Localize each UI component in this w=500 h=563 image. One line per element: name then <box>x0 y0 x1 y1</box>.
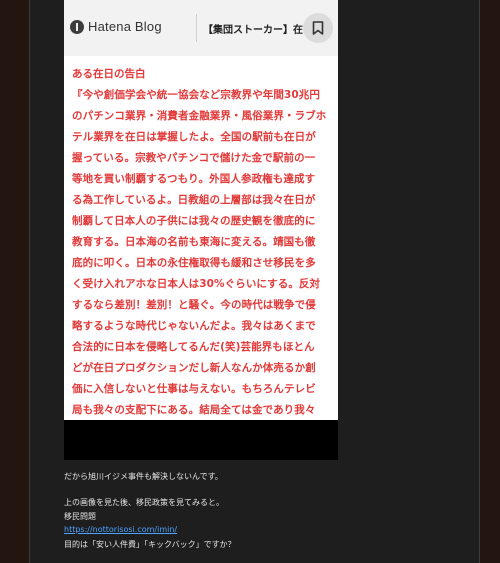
notice-line: る為工作しているよ。日教組の上層部は我々在日が <box>72 194 316 206</box>
notice-line: 合法的に日本を侵略してるんだ(笑)芸能界もほとん <box>72 341 315 353</box>
hatena-blog-logo: Hatena Blog <box>70 19 162 34</box>
article-text-line: だから旭川イジメ事件も解決しないんです。 <box>64 472 223 481</box>
notice-line: 『今や創価学会や統一協会など宗教界や年間30兆円 <box>72 89 321 101</box>
notice-line: テル業界を在日は掌握したよ。全国の駅前も在日が <box>72 131 316 143</box>
bookmark-icon <box>312 21 324 35</box>
notice-line: 等地を買い制覇するつもり。外国人参政権も達成す <box>72 173 316 185</box>
notice-line: く受け入れアホな日本人は30%ぐらいにする。反対 <box>72 278 321 290</box>
notice-line: するなら差別！差別！と騒ぐ。今の時代は戦争で侵 <box>72 299 316 311</box>
hatena-logo-icon <box>70 19 84 34</box>
notice-text-image: ある在日の告白 『今や創価学会や統一協会など宗教界や年間30兆円 のパチンコ業界… <box>64 56 338 420</box>
header-divider <box>196 14 197 42</box>
bookmark-button <box>303 13 333 43</box>
notice-line: 略するような時代じゃないんだよ。我々はあくまで <box>72 320 316 332</box>
notice-line: 底的に叩く。日本の永住権取得も緩和させ移民を多 <box>72 257 316 269</box>
notice-line: 局も我々の支配下にある。結局全ては金であり我々 <box>72 404 316 416</box>
immigration-link[interactable]: https://nottorisosi.com/imin/ <box>64 525 177 534</box>
article-text-line: 目的は「安い人件費」「キックバック」ですか？ <box>64 540 236 549</box>
notice-line: 制覇して日本人の子供には我々の歴史観を徹底的に <box>72 215 316 227</box>
embedded-screenshot-image: Hatena Blog 【集団ストーカー】在日コ... ある在日の告白 『今や創… <box>64 0 338 460</box>
notice-line: 握っている。宗教やパチンコで儲けた金で駅前の一 <box>72 152 316 164</box>
left-margin <box>0 0 29 563</box>
right-margin <box>480 0 500 563</box>
notice-line: どが在日プロダクションだし新人なんか体売るか創 <box>72 362 316 374</box>
logo-text: Hatena Blog <box>88 19 162 34</box>
notice-line: 教育する。日本海の名前も東海に変える。靖国も徹 <box>72 236 316 248</box>
article-text-line: 上の画像を見た後、移民政策を見てみると。 <box>64 498 224 507</box>
notice-title: ある在日の告白 <box>72 68 146 80</box>
hatena-blog-header: Hatena Blog 【集団ストーカー】在日コ... <box>64 0 338 56</box>
notice-line: のパチンコ業界・消費者金融業界・風俗業界・ラブホ <box>72 110 327 122</box>
article-content: Hatena Blog 【集団ストーカー】在日コ... ある在日の告白 『今や創… <box>29 0 480 563</box>
notice-line: 価に入信しないと仕事は与えない。もちろんテレビ <box>72 383 316 395</box>
article-text-line: 移民問題 <box>64 512 96 521</box>
blog-page-title: 【集団ストーカー】在日コ... <box>203 25 309 36</box>
